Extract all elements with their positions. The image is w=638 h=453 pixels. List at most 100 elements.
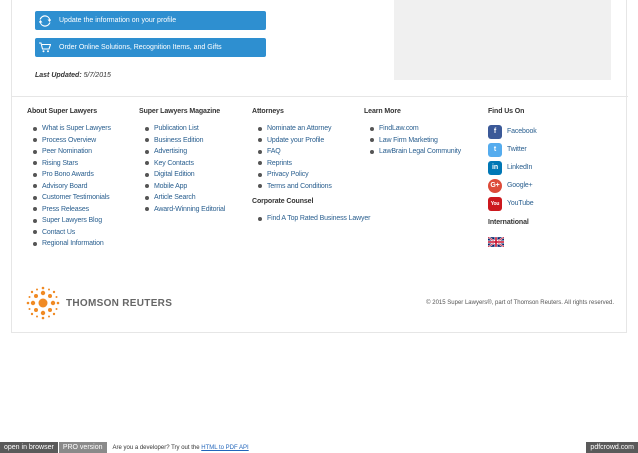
learn-list: FindLaw.com Law Firm Marketing LawBrain … — [364, 123, 461, 158]
cart-icon — [35, 38, 55, 57]
update-profile-button[interactable]: Update the information on your profile — [35, 11, 266, 30]
bullet-icon — [258, 184, 262, 189]
magazine-link[interactable]: Business Edition — [139, 135, 225, 147]
about-link[interactable]: Rising Stars — [27, 158, 111, 170]
find-heading: Find Us On — [488, 108, 525, 115]
social-link-google-plus[interactable]: G+ Google+ — [488, 177, 537, 195]
footer-col-about: About Super Lawyers What is Super Lawyer… — [27, 108, 111, 250]
attorneys-link[interactable]: Terms and Conditions — [252, 181, 370, 193]
linkedin-icon: in — [488, 161, 502, 175]
social-link-linkedin[interactable]: in LinkedIn — [488, 159, 537, 177]
thomson-reuters-wordmark: THOMSON REUTERS — [66, 297, 173, 309]
about-link[interactable]: Pro Bono Awards — [27, 169, 111, 181]
bullet-icon — [33, 241, 37, 246]
refresh-icon — [35, 11, 55, 30]
bullet-icon — [370, 138, 374, 143]
bullet-icon — [145, 172, 149, 177]
bullet-icon — [258, 149, 262, 154]
about-link[interactable]: Customer Testimonials — [27, 192, 111, 204]
social-link-twitter[interactable]: t Twitter — [488, 141, 537, 159]
bullet-icon — [33, 230, 37, 235]
profile-actions-area: Update the information on your profile O… — [12, 0, 628, 90]
last-updated-label: Last Updated: — [35, 72, 82, 79]
magazine-list: Publication List Business Edition Advert… — [139, 123, 225, 215]
bullet-icon — [33, 126, 37, 131]
about-link[interactable]: Super Lawyers Blog — [27, 215, 111, 227]
last-updated: Last Updated: 5/7/2015 — [35, 72, 111, 79]
bullet-icon — [145, 161, 149, 166]
about-link[interactable]: Advisory Board — [27, 181, 111, 193]
social-link-facebook[interactable]: f Facebook — [488, 123, 537, 141]
magazine-link[interactable]: Digital Edition — [139, 169, 225, 181]
about-link[interactable]: Peer Nomination — [27, 146, 111, 158]
bullet-icon — [145, 149, 149, 154]
youtube-icon: You — [488, 197, 502, 211]
learn-link[interactable]: FindLaw.com — [364, 123, 461, 135]
bullet-icon — [258, 216, 262, 221]
pdfcrowd-brand-link[interactable]: pdfcrowd.com — [586, 442, 638, 453]
bullet-icon — [145, 126, 149, 131]
thomson-reuters-logo[interactable]: THOMSON REUTERS — [26, 286, 172, 320]
learn-link[interactable]: LawBrain Legal Community — [364, 146, 461, 158]
magazine-link[interactable]: Mobile App — [139, 181, 225, 193]
magazine-heading: Super Lawyers Magazine — [139, 108, 221, 115]
footer-col-learn: Learn More FindLaw.com Law Firm Marketin… — [364, 108, 461, 158]
bullet-icon — [258, 138, 262, 143]
about-list: What is Super Lawyers Process Overview P… — [27, 123, 111, 250]
developer-promo-text: Are you a developer? Try out the — [112, 444, 200, 451]
developer-promo: Are you a developer? Try out the HTML to… — [113, 445, 249, 451]
google-plus-icon: G+ — [488, 179, 502, 193]
attorneys-link[interactable]: FAQ — [252, 146, 370, 158]
bullet-icon — [33, 149, 37, 154]
attorneys-link[interactable]: Update your Profile — [252, 135, 370, 147]
learn-link[interactable]: Law Firm Marketing — [364, 135, 461, 147]
pdfcrowd-bar: open in browser PRO version Are you a de… — [0, 442, 638, 453]
attorneys-link[interactable]: Reprints — [252, 158, 370, 170]
footer-col-attorneys: Attorneys Nominate an Attorney Update yo… — [252, 108, 370, 225]
section-divider — [12, 96, 628, 97]
magazine-link[interactable]: Key Contacts — [139, 158, 225, 170]
attorneys-link[interactable]: Nominate an Attorney — [252, 123, 370, 135]
bullet-icon — [145, 207, 149, 212]
social-list: f Facebook t Twitter in LinkedIn G+ Google+ … — [488, 123, 537, 213]
footer-col-social: Find Us On f Facebook t Twitter in LinkedIn… — [487, 108, 537, 252]
bullet-icon — [258, 172, 262, 177]
profile-side-panel — [394, 0, 611, 80]
about-link[interactable]: Contact Us — [27, 227, 111, 239]
magazine-link[interactable]: Award-Winning Editorial — [139, 204, 225, 216]
last-updated-value: 5/7/2015 — [83, 72, 111, 79]
about-link[interactable]: Press Releases — [27, 204, 111, 216]
pro-version-button[interactable]: PRO version — [58, 442, 107, 453]
learn-heading: Learn More — [364, 108, 401, 115]
corporate-link[interactable]: Find A Top Rated Business Lawyer — [252, 213, 370, 225]
bullet-icon — [145, 138, 149, 143]
about-heading: About Super Lawyers — [27, 108, 98, 115]
bullet-icon — [33, 138, 37, 143]
profile-card: Update the information on your profile O… — [11, 0, 628, 333]
bullet-icon — [370, 126, 374, 131]
bullet-icon — [145, 195, 149, 200]
html-to-pdf-api-link[interactable]: HTML to PDF API — [201, 445, 248, 451]
attorneys-list: Nominate an Attorney Update your Profile… — [252, 123, 370, 192]
bullet-icon — [370, 149, 374, 154]
copyright-text: © 2015 Super Lawyers®, part of Thomson R… — [426, 300, 614, 306]
order-solutions-button[interactable]: Order Online Solutions, Recognition Item… — [35, 38, 266, 57]
magazine-link[interactable]: Advertising — [139, 146, 225, 158]
about-link[interactable]: What is Super Lawyers — [27, 123, 111, 135]
bullet-icon — [258, 161, 262, 166]
magazine-link[interactable]: Publication List — [139, 123, 225, 135]
corporate-list: Find A Top Rated Business Lawyer — [252, 213, 370, 225]
footer-links: About Super Lawyers What is Super Lawyer… — [12, 108, 628, 258]
attorneys-link[interactable]: Privacy Policy — [252, 169, 370, 181]
bullet-icon — [33, 161, 37, 166]
about-link[interactable]: Process Overview — [27, 135, 111, 147]
open-in-browser-button[interactable]: open in browser — [0, 442, 58, 453]
social-link-youtube[interactable]: You YouTube — [488, 195, 537, 213]
about-link[interactable]: Regional Information — [27, 238, 111, 250]
bullet-icon — [145, 184, 149, 189]
international-heading: International — [488, 219, 529, 226]
thomson-reuters-dots-icon — [26, 286, 60, 320]
order-solutions-label: Order Online Solutions, Recognition Item… — [59, 44, 222, 51]
uk-flag-icon[interactable] — [487, 236, 505, 248]
magazine-link[interactable]: Article Search — [139, 192, 225, 204]
